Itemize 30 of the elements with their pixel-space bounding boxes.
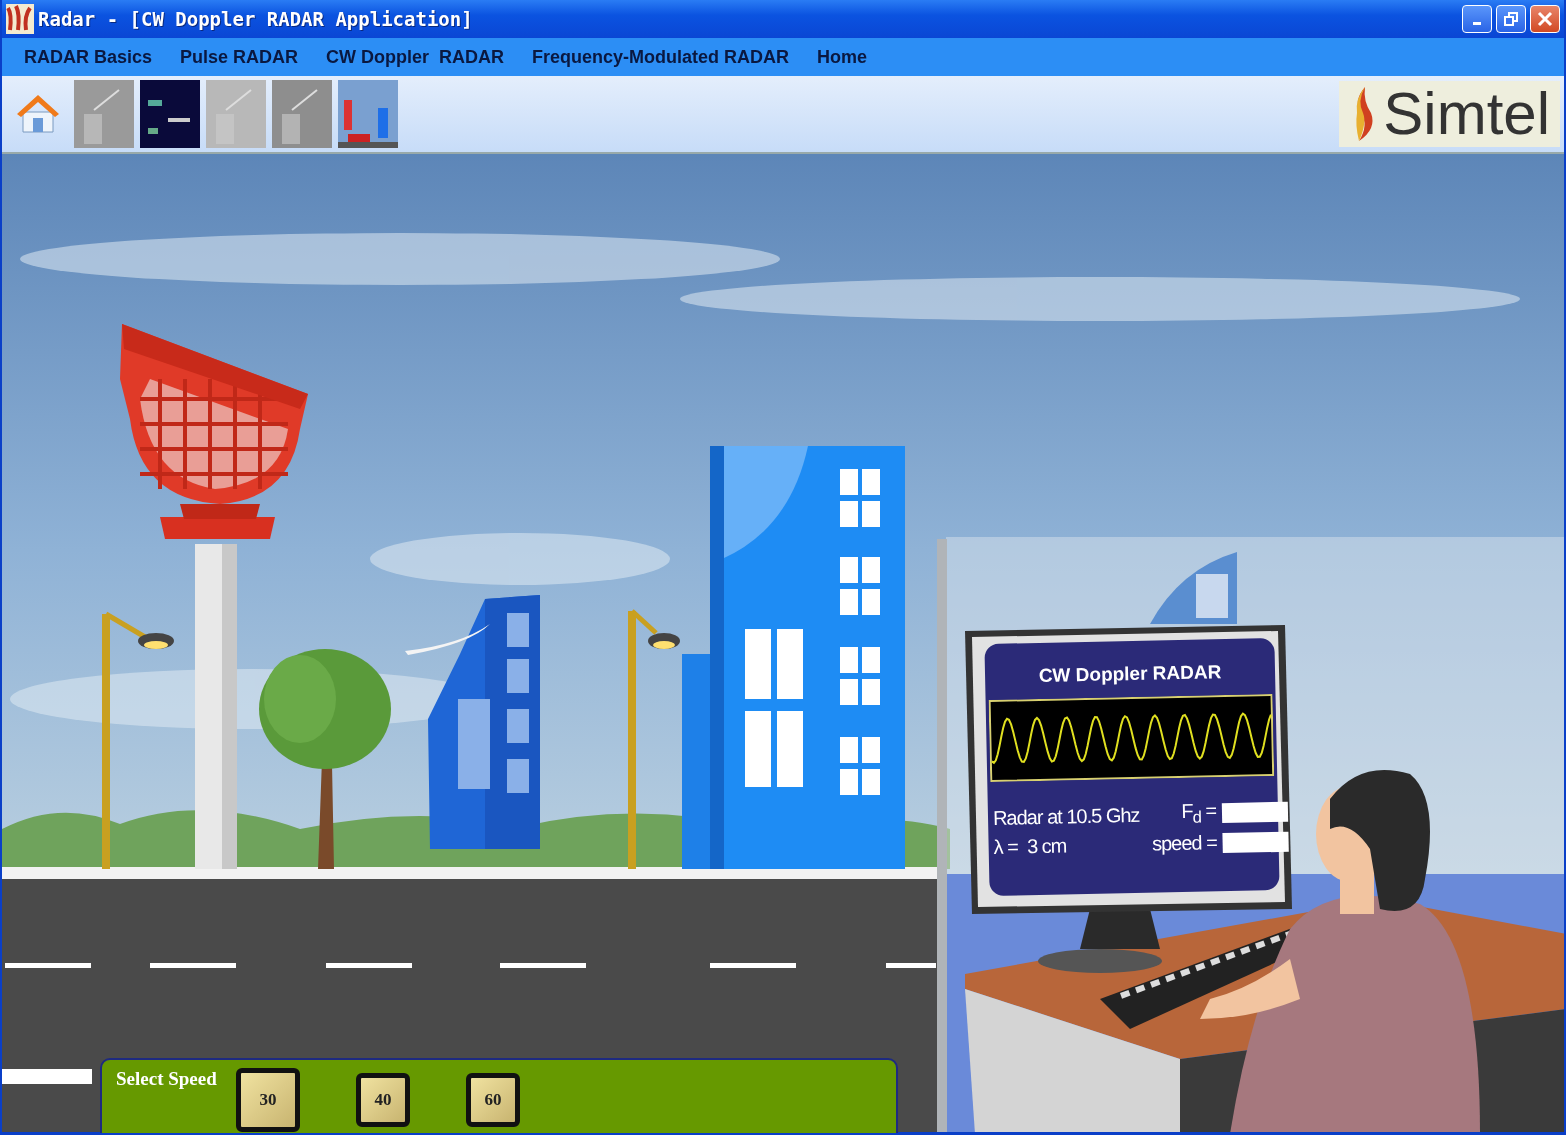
screen-title: CW Doppler RADAR <box>1038 661 1222 687</box>
wavelength-text: λ = 3 cm <box>993 833 1068 859</box>
thumbnail-image[interactable] <box>140 80 200 148</box>
speed-panel-label: Select Speed <box>116 1068 218 1090</box>
speed-button[interactable]: 30 <box>236 1068 300 1132</box>
minimize-icon <box>1473 21 1481 25</box>
readout-field <box>1222 831 1289 853</box>
menu-item[interactable]: Home <box>817 46 868 68</box>
speed-button[interactable]: 40 <box>356 1073 410 1127</box>
speed-label: speed = <box>1151 831 1217 856</box>
window-title: Radar - [CW Doppler RADAR Application] <box>38 8 474 30</box>
logo-text: Simtel <box>1383 84 1550 144</box>
close-button[interactable] <box>1530 5 1560 33</box>
menu-item[interactable]: Pulse RADAR <box>180 46 299 68</box>
close-icon <box>1537 11 1553 27</box>
doppler-label: F$_{d}$ = <box>1180 799 1217 829</box>
thumbnail-image[interactable] <box>338 80 398 148</box>
frequency-text: Radar at 10.5 Ghz <box>992 803 1140 830</box>
thumbnail-image[interactable] <box>74 80 134 148</box>
thumbnail-image[interactable] <box>272 80 332 148</box>
speed-button[interactable]: 60 <box>466 1073 520 1127</box>
menu-item[interactable]: RADAR Basics <box>24 46 153 68</box>
minimize-button[interactable] <box>1462 5 1492 33</box>
menu-item[interactable]: Frequency-Modulated RADAR <box>532 46 790 68</box>
readout-field <box>1221 801 1289 824</box>
menu-item[interactable]: CW Doppler RADAR <box>326 46 505 68</box>
app-icon <box>6 4 34 34</box>
restore-button[interactable] <box>1496 5 1526 33</box>
thumbnail-image[interactable] <box>206 80 266 148</box>
restore-icon <box>1503 11 1519 27</box>
